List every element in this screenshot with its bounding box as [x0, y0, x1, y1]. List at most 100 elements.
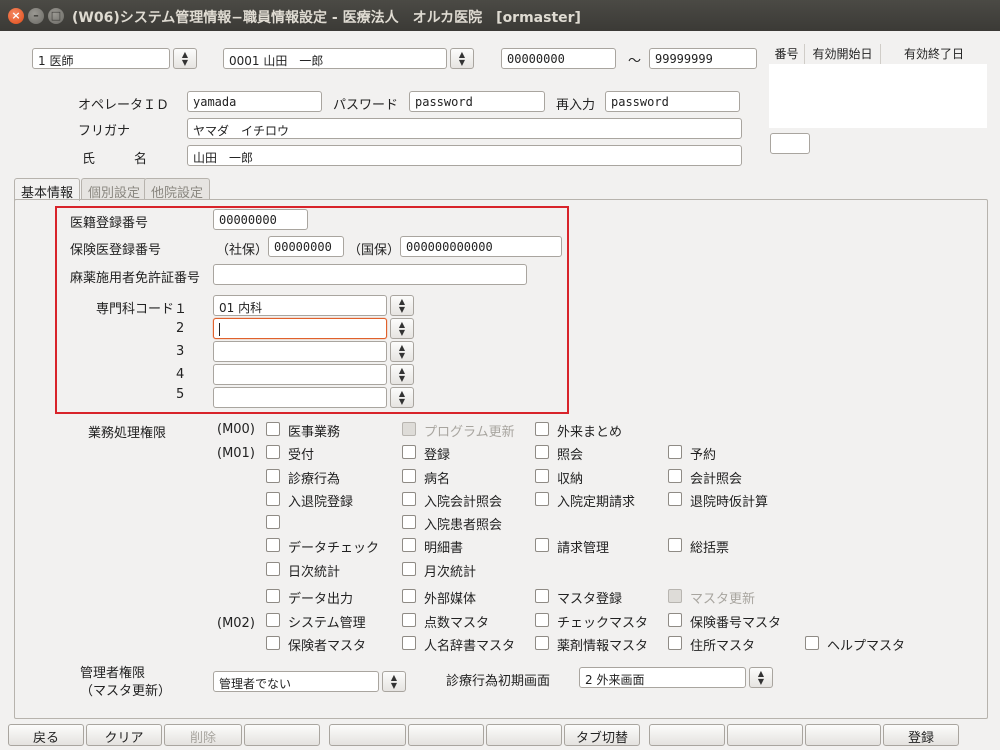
initial-screen-select[interactable]: 2 外来画面	[579, 667, 746, 688]
history-number-field[interactable]	[770, 133, 810, 154]
function-button-f10[interactable]	[727, 724, 803, 746]
perm-checkbox[interactable]	[266, 422, 280, 436]
perm-checkbox[interactable]	[535, 492, 549, 506]
specialty-2-spin-icon[interactable]: ▲ ▼	[390, 318, 414, 339]
function-button-f9[interactable]	[649, 724, 725, 746]
history-header-number[interactable]: 番号	[769, 44, 805, 64]
perm-checkbox[interactable]	[535, 636, 549, 650]
initial-screen-label: 診療行為初期画面	[446, 674, 551, 689]
perm-label: 入院定期請求	[557, 495, 636, 510]
perm-label: 受付	[288, 448, 315, 463]
perm-checkbox[interactable]	[266, 469, 280, 483]
staff-spin-icon[interactable]: ▲ ▼	[450, 48, 474, 69]
tab-individual[interactable]: 個別設定	[81, 178, 148, 201]
admin-spin-icon[interactable]: ▲ ▼	[382, 671, 406, 692]
range-to-field[interactable]: 99999999	[649, 48, 757, 69]
perm-checkbox[interactable]	[535, 613, 549, 627]
range-separator: 〜	[628, 54, 642, 69]
minimize-icon[interactable]: –	[28, 8, 44, 24]
perm-checkbox[interactable]	[266, 589, 280, 603]
perm-checkbox[interactable]	[266, 538, 280, 552]
staff-select[interactable]: 0001 山田 一郎	[223, 48, 447, 69]
perm-label: ヘルプマスタ	[827, 639, 906, 654]
perm-checkbox[interactable]	[402, 636, 416, 650]
perm-checkbox[interactable]	[668, 445, 682, 459]
specialty-3-field[interactable]	[213, 341, 387, 362]
operator-id-field[interactable]: yamada	[187, 91, 322, 112]
window-title: (W06)システム管理情報−職員情報設定 - 医療法人 オルカ医院 [ormas…	[72, 10, 581, 26]
perm-checkbox[interactable]	[266, 613, 280, 627]
shaho-number-field[interactable]: 00000000	[268, 236, 344, 257]
tab-switch-button[interactable]: タブ切替	[564, 724, 640, 746]
initial-screen-spin-icon[interactable]: ▲ ▼	[749, 667, 773, 688]
perm-checkbox[interactable]	[668, 636, 682, 650]
perm-checkbox[interactable]	[402, 589, 416, 603]
perm-checkbox[interactable]	[266, 636, 280, 650]
function-button-f5[interactable]	[329, 724, 406, 746]
clear-button[interactable]: クリア	[86, 724, 162, 746]
perm-checkbox[interactable]	[668, 492, 682, 506]
kokuho-number-field[interactable]: 000000000000	[400, 236, 562, 257]
history-header-start[interactable]: 有効開始日	[805, 44, 881, 64]
specialty-5-spin-icon[interactable]: ▲ ▼	[390, 387, 414, 408]
perm-checkbox[interactable]	[668, 469, 682, 483]
perm-checkbox[interactable]	[402, 492, 416, 506]
perm-label: 診療行為	[288, 472, 341, 487]
perm-checkbox[interactable]	[535, 589, 549, 603]
back-button[interactable]: 戻る	[8, 724, 84, 746]
perm-checkbox[interactable]	[266, 445, 280, 459]
occupation-spin-icon[interactable]: ▲ ▼	[173, 48, 197, 69]
furigana-field[interactable]: ヤマダ イチロウ	[187, 118, 742, 139]
name-label: 氏 名	[82, 152, 148, 167]
perm-checkbox[interactable]	[402, 445, 416, 459]
function-button-f4[interactable]	[244, 724, 320, 746]
perm-checkbox[interactable]	[535, 445, 549, 459]
perm-checkbox[interactable]	[266, 492, 280, 506]
perm-checkbox[interactable]	[535, 538, 549, 552]
tab-basic[interactable]: 基本情報	[14, 178, 81, 201]
maximize-icon[interactable]: □	[48, 8, 64, 24]
admin-select[interactable]: 管理者でない	[213, 671, 379, 692]
perm-checkbox[interactable]	[535, 422, 549, 436]
kokuho-label: （国保）	[348, 243, 401, 258]
perm-checkbox[interactable]	[402, 562, 416, 576]
history-list[interactable]	[769, 64, 987, 128]
perm-checkbox[interactable]	[668, 538, 682, 552]
register-button[interactable]: 登録	[883, 724, 959, 746]
perm-label: 入院患者照会	[424, 518, 503, 533]
name-field[interactable]: 山田 一郎	[187, 145, 742, 166]
specialty-3-spin-icon[interactable]: ▲ ▼	[390, 341, 414, 362]
password-field[interactable]: password	[409, 91, 545, 112]
perm-checkbox[interactable]	[668, 613, 682, 627]
perm-checkbox[interactable]	[535, 469, 549, 483]
perm-label: 収納	[557, 472, 584, 487]
perm-checkbox[interactable]	[402, 469, 416, 483]
function-button-f6[interactable]	[408, 724, 484, 746]
perm-checkbox[interactable]	[266, 515, 280, 529]
specialty-3-label: 3	[176, 344, 185, 359]
range-from-field[interactable]: 00000000	[501, 48, 616, 69]
perm-label: プログラム更新	[424, 425, 515, 440]
perm-label: 病名	[424, 472, 451, 487]
narcotic-license-field[interactable]	[213, 264, 527, 285]
perm-checkbox[interactable]	[402, 515, 416, 529]
specialty-5-field[interactable]	[213, 387, 387, 408]
history-header-end[interactable]: 有効終了日	[881, 44, 987, 64]
function-button-f11[interactable]	[805, 724, 881, 746]
specialty-4-spin-icon[interactable]: ▲ ▼	[390, 364, 414, 385]
password-reenter-field[interactable]: password	[605, 91, 740, 112]
specialty-1-spin-icon[interactable]: ▲ ▼	[390, 295, 414, 316]
registry-number-field[interactable]: 00000000	[213, 209, 308, 230]
perm-checkbox[interactable]	[266, 562, 280, 576]
perm-checkbox[interactable]	[805, 636, 819, 650]
perm-checkbox	[402, 422, 416, 436]
specialty-2-field[interactable]	[213, 318, 387, 339]
specialty-4-field[interactable]	[213, 364, 387, 385]
close-icon[interactable]: ×	[8, 8, 24, 24]
perm-checkbox[interactable]	[402, 613, 416, 627]
function-button-f7[interactable]	[486, 724, 562, 746]
specialty-1-field[interactable]: 01 内科	[213, 295, 387, 316]
perm-checkbox[interactable]	[402, 538, 416, 552]
occupation-select[interactable]: 1 医師	[32, 48, 170, 69]
tab-other-clinic[interactable]: 他院設定	[144, 178, 211, 201]
